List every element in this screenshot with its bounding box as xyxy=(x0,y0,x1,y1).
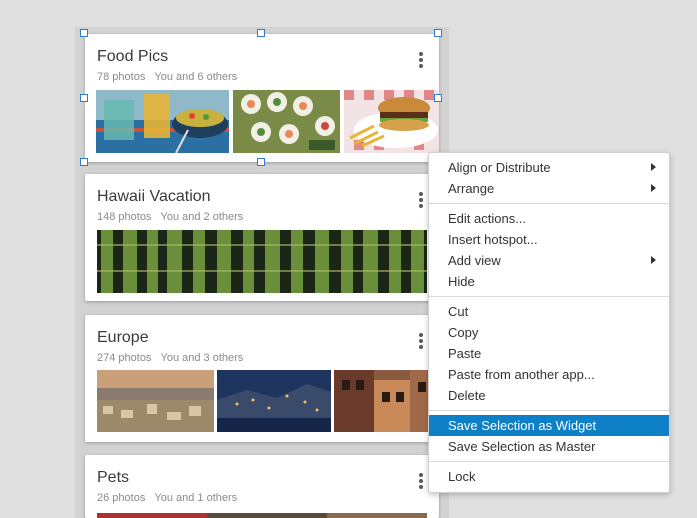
menu-item-paste[interactable]: Paste xyxy=(429,343,669,364)
thumbnail-image[interactable] xyxy=(96,90,229,153)
album-card-pets[interactable]: Pets 26 photos You and 1 others xyxy=(85,455,439,518)
selection-handle-bottom-left[interactable] xyxy=(80,158,88,166)
album-meta: 26 photos You and 1 others xyxy=(97,492,237,504)
menu-item-delete[interactable]: Delete xyxy=(429,385,669,406)
album-card-europe[interactable]: Europe 274 photos You and 3 others xyxy=(85,315,439,442)
thumbnail-image[interactable] xyxy=(334,370,439,432)
more-options-icon[interactable] xyxy=(419,473,423,489)
menu-item-save-selection-as-widget[interactable]: Save Selection as Widget xyxy=(429,415,669,436)
menu-item-cut[interactable]: Cut xyxy=(429,301,669,322)
menu-divider xyxy=(429,410,669,411)
sharing-info: You and 1 others xyxy=(154,492,238,504)
album-meta: 78 photos You and 6 others xyxy=(97,71,237,83)
menu-item-lock[interactable]: Lock xyxy=(429,466,669,487)
menu-item-save-selection-as-master[interactable]: Save Selection as Master xyxy=(429,436,669,457)
selection-handle-top-right[interactable] xyxy=(434,29,442,37)
menu-item-label: Delete xyxy=(448,388,486,403)
sharing-info: You and 3 others xyxy=(160,352,244,364)
menu-item-paste-from-another-app[interactable]: Paste from another app... xyxy=(429,364,669,385)
selection-handle-left[interactable] xyxy=(80,94,88,102)
thumbnail-image[interactable] xyxy=(344,90,439,153)
album-title: Food Pics xyxy=(97,48,169,65)
menu-item-label: Add view xyxy=(448,253,501,268)
menu-item-arrange[interactable]: Arrange xyxy=(429,178,669,199)
menu-divider xyxy=(429,203,669,204)
menu-item-align-or-distribute[interactable]: Align or Distribute xyxy=(429,157,669,178)
album-title: Europe xyxy=(97,329,149,346)
submenu-arrow-icon xyxy=(651,184,656,192)
menu-item-add-view[interactable]: Add view xyxy=(429,250,669,271)
menu-item-label: Hide xyxy=(448,274,475,289)
menu-divider xyxy=(429,461,669,462)
menu-item-label: Paste from another app... xyxy=(448,367,595,382)
photo-count: 148 photos xyxy=(97,211,152,223)
photo-count: 26 photos xyxy=(97,492,146,504)
photo-count: 274 photos xyxy=(97,352,152,364)
album-card-hawaii-vacation[interactable]: Hawaii Vacation 148 photos You and 2 oth… xyxy=(85,174,439,301)
selection-handle-top-left[interactable] xyxy=(80,29,88,37)
album-card-food-pics[interactable]: Food Pics 78 photos You and 6 others xyxy=(85,34,439,162)
menu-divider xyxy=(429,296,669,297)
sharing-info: You and 6 others xyxy=(154,71,238,83)
menu-item-hide[interactable]: Hide xyxy=(429,271,669,292)
album-title: Pets xyxy=(97,469,130,486)
menu-item-label: Edit actions... xyxy=(448,211,527,226)
menu-item-insert-hotspot[interactable]: Insert hotspot... xyxy=(429,229,669,250)
selection-handle-bottom[interactable] xyxy=(257,158,265,166)
selection-handle-right[interactable] xyxy=(434,94,442,102)
menu-item-edit-actions[interactable]: Edit actions... xyxy=(429,208,669,229)
menu-item-label: Align or Distribute xyxy=(448,160,551,175)
menu-item-label: Paste xyxy=(448,346,482,361)
menu-item-label: Save Selection as Master xyxy=(448,439,596,454)
thumbnail-image[interactable] xyxy=(233,90,340,153)
menu-item-label: Lock xyxy=(448,469,476,484)
menu-item-label: Save Selection as Widget xyxy=(448,418,597,433)
more-options-icon[interactable] xyxy=(419,333,423,349)
submenu-arrow-icon xyxy=(651,163,656,171)
menu-item-label: Insert hotspot... xyxy=(448,232,538,247)
photo-count: 78 photos xyxy=(97,71,146,83)
menu-item-copy[interactable]: Copy xyxy=(429,322,669,343)
more-options-icon[interactable] xyxy=(419,192,423,208)
thumbnail-image[interactable] xyxy=(217,370,331,432)
submenu-arrow-icon xyxy=(651,256,656,264)
sharing-info: You and 2 others xyxy=(160,211,244,223)
menu-item-label: Cut xyxy=(448,304,469,319)
selection-handle-top[interactable] xyxy=(257,29,265,37)
album-meta: 274 photos You and 3 others xyxy=(97,352,243,364)
menu-item-label: Arrange xyxy=(448,181,495,196)
album-meta: 148 photos You and 2 others xyxy=(97,211,243,223)
more-options-icon[interactable] xyxy=(419,52,423,68)
thumbnail-image[interactable] xyxy=(97,370,214,432)
context-menu: Align or Distribute Arrange Edit actions… xyxy=(428,152,670,493)
album-title: Hawaii Vacation xyxy=(97,188,211,205)
thumbnail-image[interactable] xyxy=(97,230,427,293)
thumbnail-image[interactable] xyxy=(97,509,427,518)
menu-item-label: Copy xyxy=(448,325,479,340)
